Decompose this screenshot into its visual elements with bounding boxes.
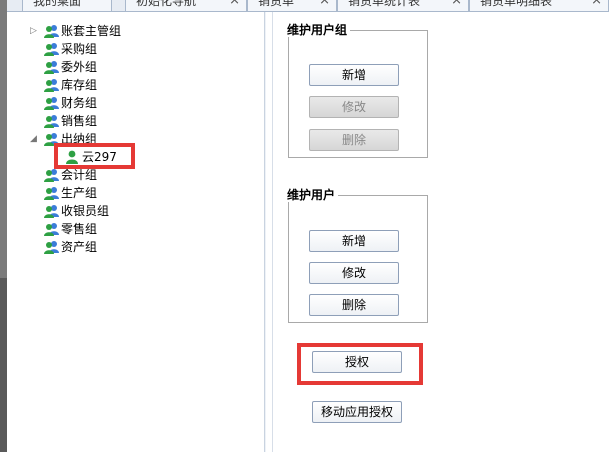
collapse-icon[interactable]: ◢ bbox=[30, 130, 40, 148]
authorize-button[interactable]: 授权 bbox=[312, 351, 402, 373]
tree-node-label: 财务组 bbox=[61, 96, 98, 110]
group-edit-button[interactable]: 修改 bbox=[309, 96, 399, 118]
tab-init-nav[interactable]: 初始化导航 × bbox=[125, 0, 247, 11]
user-edit-button[interactable]: 修改 bbox=[309, 262, 399, 284]
tree-node-label: 零售组 bbox=[61, 222, 98, 236]
tab-sales-order[interactable]: 销货单 × bbox=[247, 0, 337, 11]
user-group-icon bbox=[44, 79, 59, 92]
user-delete-button[interactable]: 删除 bbox=[309, 294, 399, 316]
tab-sales-detail[interactable]: 销货单明细表 × bbox=[469, 0, 609, 11]
maintain-group-legend: 维护用户组 bbox=[287, 23, 351, 37]
tree-node-label: 收银员组 bbox=[61, 204, 110, 218]
tab-label: 我的桌面 bbox=[33, 0, 82, 8]
tree-node-label: 委外组 bbox=[61, 60, 98, 74]
tab-bar: 我的桌面 初始化导航 × 销货单 × 销货单统计表 × 销货单明细表 × bbox=[7, 0, 609, 12]
tab-label: 销货单统计表 bbox=[348, 0, 421, 8]
panel-divider[interactable] bbox=[264, 12, 266, 452]
user-group-icon bbox=[44, 61, 59, 74]
user-group-icon bbox=[44, 115, 59, 128]
left-scrollbar[interactable] bbox=[0, 0, 7, 452]
user-group-icon bbox=[44, 43, 59, 56]
user-group-icon bbox=[44, 25, 59, 38]
tab-label: 初始化导航 bbox=[136, 0, 197, 8]
tree-node-label: 生产组 bbox=[61, 186, 98, 200]
close-icon[interactable]: × bbox=[319, 0, 330, 8]
close-icon[interactable]: × bbox=[451, 0, 462, 8]
user-group-icon bbox=[44, 205, 59, 218]
scrollbar-thumb[interactable] bbox=[0, 0, 7, 278]
panel-divider-inner bbox=[272, 12, 273, 452]
maintain-user-legend: 维护用户 bbox=[287, 188, 339, 202]
tree-node-label: 资产组 bbox=[61, 240, 98, 254]
user-group-icon bbox=[44, 97, 59, 110]
close-icon[interactable]: × bbox=[591, 0, 602, 8]
tab-sales-stats[interactable]: 销货单统计表 × bbox=[337, 0, 469, 11]
tree-node-label: 销售组 bbox=[61, 114, 98, 128]
user-group-icon bbox=[44, 223, 59, 236]
user-group-icon bbox=[44, 187, 59, 200]
tree-node-label: 库存组 bbox=[61, 78, 98, 92]
tab-label: 销货单明细表 bbox=[480, 0, 553, 8]
tree-node-label: 账套主管组 bbox=[61, 24, 122, 38]
user-add-button[interactable]: 新增 bbox=[309, 230, 399, 252]
user-group-icon bbox=[44, 169, 59, 182]
expand-icon[interactable]: ▷ bbox=[30, 22, 40, 40]
group-add-button[interactable]: 新增 bbox=[309, 64, 399, 86]
mobile-authorize-button[interactable]: 移动应用授权 bbox=[312, 401, 402, 423]
highlight-selected-user bbox=[54, 143, 135, 169]
close-icon[interactable]: × bbox=[229, 0, 240, 8]
tab-label: 销货单 bbox=[258, 0, 295, 8]
tree-node-label: 采购组 bbox=[61, 42, 98, 56]
group-delete-button[interactable]: 删除 bbox=[309, 129, 399, 151]
tab-my-desktop[interactable]: 我的桌面 bbox=[22, 0, 112, 11]
user-group-icon bbox=[44, 241, 59, 254]
